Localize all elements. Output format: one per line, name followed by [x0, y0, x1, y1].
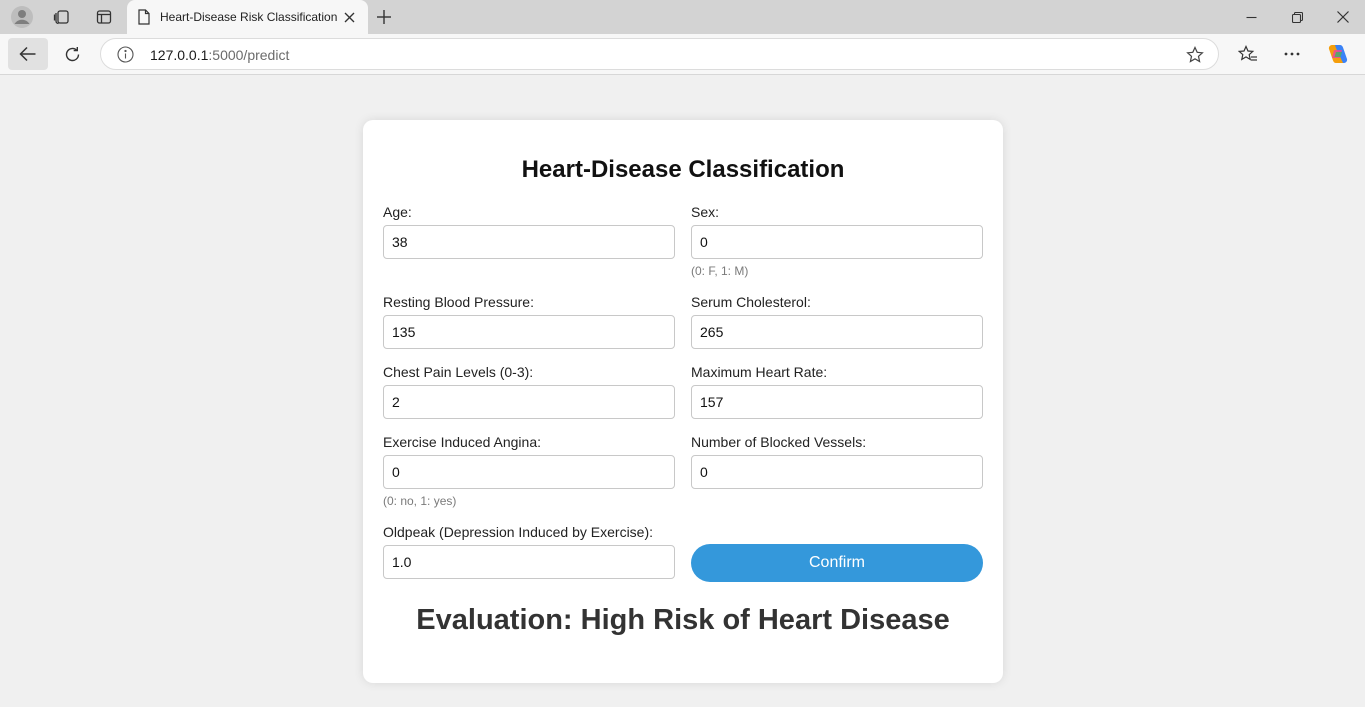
- blood-pressure-label: Resting Blood Pressure:: [383, 294, 534, 310]
- tab-actions-icon: [96, 10, 112, 24]
- oldpeak-input[interactable]: [383, 545, 675, 579]
- collections-button[interactable]: [47, 4, 77, 30]
- more-button[interactable]: [1275, 38, 1309, 70]
- age-label: Age:: [383, 204, 412, 220]
- reload-icon: [65, 46, 79, 61]
- sex-label: Sex:: [691, 204, 720, 220]
- angina-hint: (0: no, 1: yes): [383, 494, 457, 508]
- url-path: :5000/predict: [208, 47, 290, 63]
- more-icon: [1284, 52, 1300, 56]
- favorite-star-icon[interactable]: [1186, 46, 1204, 69]
- new-tab-button[interactable]: [373, 6, 395, 28]
- favorites-button[interactable]: [1231, 38, 1265, 70]
- profile-icon: [11, 6, 33, 28]
- tab-bar: Heart-Disease Risk Classification: [0, 0, 1365, 35]
- minimize-icon: [1246, 16, 1256, 18]
- info-icon[interactable]: [117, 46, 134, 63]
- cholesterol-input[interactable]: [691, 315, 983, 349]
- url-host: 127.0.0.1: [150, 47, 209, 63]
- restore-icon: [1291, 11, 1303, 23]
- classification-card: Heart-Disease Classification Age: Sex: (…: [363, 120, 1003, 683]
- copilot-button[interactable]: [1321, 38, 1355, 70]
- back-button[interactable]: [8, 38, 48, 70]
- max-heart-rate-label: Maximum Heart Rate:: [691, 364, 828, 380]
- url-input[interactable]: 127.0.0.1:5000/predict: [100, 38, 1219, 70]
- confirm-button[interactable]: Confirm: [691, 544, 983, 582]
- plus-icon: [377, 10, 391, 24]
- collections-icon: [53, 10, 69, 25]
- sex-input[interactable]: [691, 225, 983, 259]
- age-input[interactable]: [383, 225, 675, 259]
- angina-input[interactable]: [383, 455, 675, 489]
- blood-pressure-input[interactable]: [383, 315, 675, 349]
- blocked-vessels-input[interactable]: [691, 455, 983, 489]
- window-close-icon: [1337, 11, 1349, 23]
- tab-title: Heart-Disease Risk Classification: [160, 10, 338, 24]
- url-text: 127.0.0.1:5000/predict: [150, 47, 289, 63]
- back-arrow-icon: [19, 46, 36, 62]
- reload-button[interactable]: [52, 38, 92, 70]
- minimize-button[interactable]: [1228, 0, 1274, 34]
- favorites-icon: [1238, 45, 1257, 61]
- cholesterol-label: Serum Cholesterol:: [691, 294, 811, 310]
- blocked-vessels-label: Number of Blocked Vessels:: [691, 434, 867, 450]
- active-tab[interactable]: Heart-Disease Risk Classification: [127, 0, 368, 35]
- tab-actions-button[interactable]: [89, 4, 119, 30]
- window-close-button[interactable]: [1320, 0, 1365, 34]
- profile-button[interactable]: [7, 4, 37, 30]
- document-icon: [137, 9, 151, 30]
- tab-close-button[interactable]: [341, 9, 357, 25]
- chest-pain-label: Chest Pain Levels (0-3):: [383, 364, 534, 380]
- max-heart-rate-input[interactable]: [691, 385, 983, 419]
- evaluation-result: Evaluation: High Risk of Heart Disease: [416, 604, 950, 636]
- address-bar-row: 127.0.0.1:5000/predict: [0, 34, 1365, 75]
- angina-label: Exercise Induced Angina:: [383, 434, 541, 450]
- copilot-icon: [1328, 45, 1348, 63]
- restore-button[interactable]: [1274, 0, 1320, 34]
- close-icon: [344, 12, 354, 22]
- page-title: Heart-Disease Classification: [521, 156, 845, 183]
- sex-hint: (0: F, 1: M): [691, 264, 749, 278]
- chest-pain-input[interactable]: [383, 385, 675, 419]
- oldpeak-label: Oldpeak (Depression Induced by Exercise)…: [383, 524, 654, 540]
